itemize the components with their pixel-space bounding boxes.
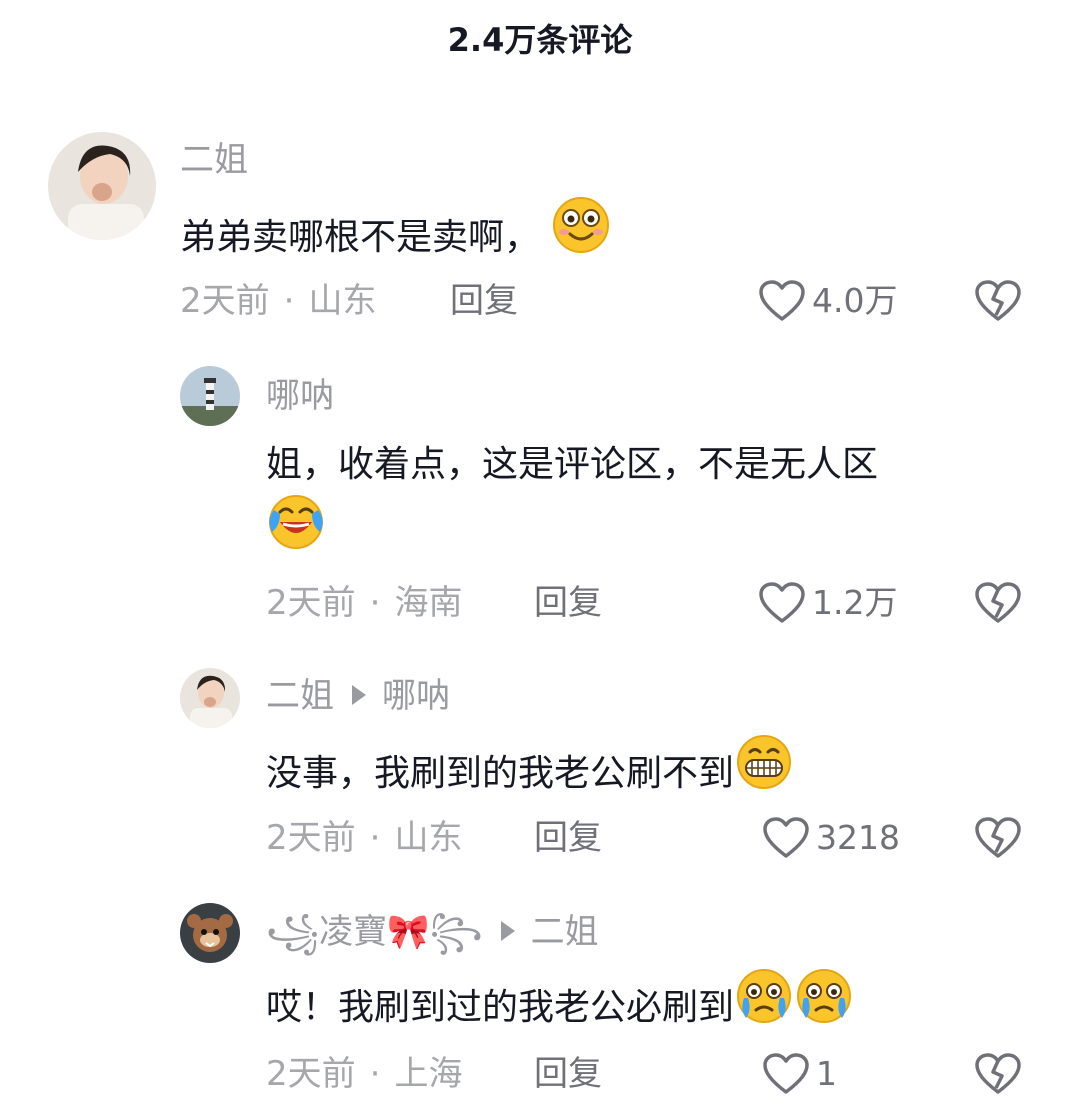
heart-icon [759,582,805,623]
heart-icon [763,817,809,858]
comment-count-title: 2.4万条评论 [447,21,633,59]
reply-to-username: 二姐 [530,912,599,952]
reply-button[interactable]: 回复 [534,1049,602,1099]
grin-emoji-icon [734,732,794,810]
like-button[interactable]: 3218 [762,813,900,863]
like-button[interactable]: 4.0万 [758,276,897,326]
reply-button[interactable]: 回复 [450,276,518,326]
like-count: 1 [816,1054,837,1093]
like-count: 3218 [816,818,900,857]
broken-heart-icon [975,280,1021,321]
reply-meta: 2天前 · 山东 [266,818,463,858]
like-button[interactable]: 1.2万 [758,578,897,628]
dislike-button[interactable] [974,1052,1022,1100]
reply-text: 姐，收着点，这是评论区，不是无人区 [266,434,1046,574]
reply-text: 哎！我刷到过的我老公必刷到 [266,969,854,1048]
laugh-cry-emoji-icon [266,492,326,570]
like-count: 1.2万 [812,583,898,622]
comments-panel: 2.4万条评论 二姐 弟弟卖哪根不是卖啊， 2天前 · 山东 回复 4.0万 哪… [0,0,1080,1115]
reply-button[interactable]: 回复 [534,578,602,628]
dislike-button[interactable] [974,581,1022,629]
avatar[interactable] [180,366,240,426]
comment-username[interactable]: 二姐 [180,136,248,184]
reply-username[interactable]: ꧁凌寶🎀꧂ 二姐 [266,908,599,956]
heart-icon [763,1053,809,1094]
reply-meta: 2天前 · 海南 [266,583,463,623]
avatar[interactable] [180,903,240,963]
shy-smile-emoji-icon [552,196,610,274]
avatar[interactable] [180,668,240,728]
reply-meta: 2天前 · 上海 [266,1054,463,1094]
dislike-button[interactable] [974,279,1022,327]
reply-to-arrow-icon [352,684,366,705]
teary-pleading-emoji-icon [734,966,854,1044]
broken-heart-icon [975,582,1021,623]
reply-to-username: 哪呐 [382,676,450,716]
avatar[interactable] [48,132,156,240]
like-button[interactable]: 1 [762,1049,837,1099]
reply-text: 没事，我刷到的我老公刷不到 [266,735,794,814]
dislike-button[interactable] [974,816,1022,864]
like-count: 4.0万 [812,281,898,320]
heart-icon [759,280,805,321]
comment-meta: 2天前 · 山东 [180,281,377,321]
reply-button[interactable]: 回复 [534,813,602,863]
reply-to-arrow-icon [500,920,515,941]
broken-heart-icon [975,1053,1021,1094]
broken-heart-icon [975,817,1021,858]
comment-text: 弟弟卖哪根不是卖啊， [180,197,610,278]
reply-username[interactable]: 哪呐 [266,372,334,420]
reply-username[interactable]: 二姐 哪呐 [266,672,450,720]
